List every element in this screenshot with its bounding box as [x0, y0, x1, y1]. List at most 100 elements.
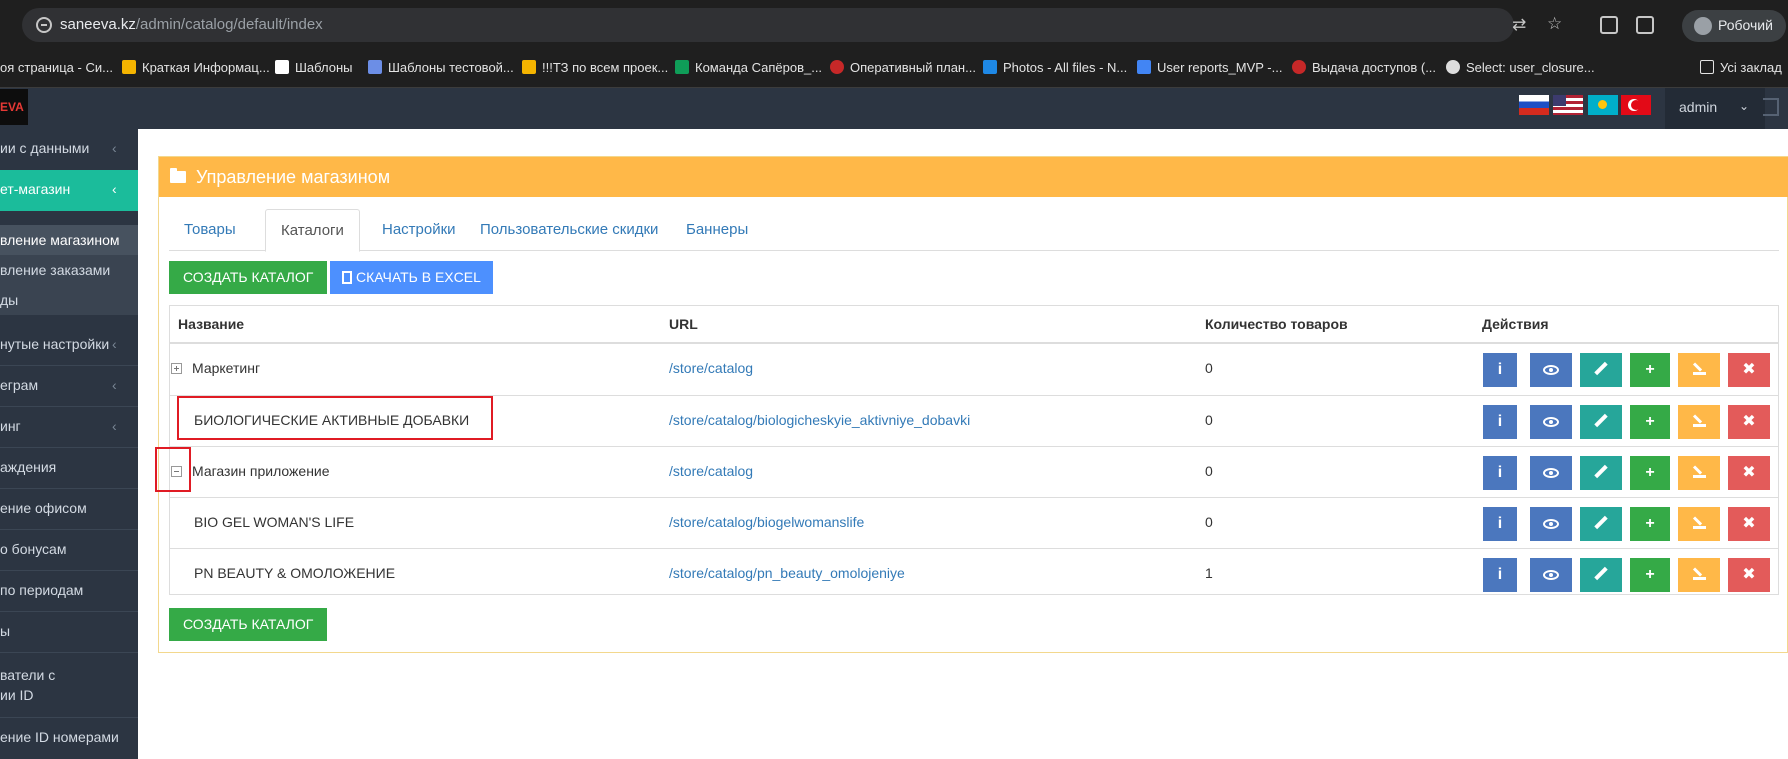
- sidebar-subitem-shop-management[interactable]: вление магазином: [0, 225, 138, 255]
- edit-button[interactable]: [1580, 507, 1622, 541]
- bookmark-item[interactable]: Select: user_closure...: [1446, 60, 1595, 75]
- edit-button[interactable]: [1580, 353, 1622, 387]
- sidebar-item-rewards[interactable]: аждения: [0, 448, 138, 489]
- download-icon: [1692, 567, 1706, 580]
- catalog-name: BIO GEL WOMAN'S LIFE: [194, 514, 355, 530]
- info-button[interactable]: i: [1483, 456, 1517, 490]
- catalog-url-link[interactable]: /store/catalog: [669, 360, 753, 376]
- translate-icon[interactable]: ⇄: [1512, 15, 1526, 35]
- column-header-url[interactable]: URL: [669, 306, 698, 343]
- tab-products[interactable]: Товары: [169, 209, 251, 251]
- sidebar-item-shop[interactable]: ет-магазин ‹: [0, 170, 138, 211]
- tab-settings[interactable]: Настройки: [367, 209, 471, 251]
- view-button[interactable]: [1530, 353, 1572, 387]
- tab-user-discounts[interactable]: Пользовательские скидки: [465, 209, 673, 251]
- url-text[interactable]: saneeva.kz/admin/catalog/default/index: [60, 16, 323, 33]
- sidebar-item-users-id[interactable]: ватели с ии ID: [0, 653, 138, 717]
- bookmark-item[interactable]: оя страница - Си...: [0, 60, 113, 75]
- sidebar-subitem-codes[interactable]: ды: [0, 285, 138, 315]
- bookmark-item[interactable]: User reports_MVP -...: [1137, 60, 1282, 75]
- profile-button[interactable]: Робочий: [1682, 10, 1786, 42]
- table-row: Маркетинг /store/catalog 0 i + ✖: [170, 344, 1778, 395]
- sidebar-item-misc[interactable]: ы: [0, 612, 138, 653]
- export-button[interactable]: [1678, 507, 1720, 541]
- edit-button[interactable]: [1580, 405, 1622, 439]
- create-catalog-button[interactable]: Создать каталог: [169, 261, 328, 294]
- expand-icon[interactable]: [171, 363, 182, 374]
- add-button[interactable]: +: [1630, 456, 1670, 490]
- sidebar-item-id-numbers[interactable]: ение ID номерами: [0, 718, 138, 759]
- highlight-box: [155, 447, 191, 492]
- add-button[interactable]: +: [1630, 507, 1670, 541]
- delete-button[interactable]: ✖: [1728, 405, 1770, 439]
- column-header-actions: Действия: [1482, 316, 1549, 332]
- flag-tr-icon[interactable]: [1621, 95, 1651, 115]
- puzzle-icon[interactable]: [1636, 16, 1654, 34]
- info-button[interactable]: i: [1483, 558, 1517, 592]
- notion-icon: [275, 60, 289, 74]
- info-button[interactable]: i: [1483, 353, 1517, 387]
- bookmark-item[interactable]: Шаблоны: [275, 60, 353, 75]
- tab-catalogs[interactable]: Каталоги: [265, 209, 360, 252]
- catalog-url-link[interactable]: /store/catalog/biogelwomanslife: [669, 514, 864, 530]
- flag-us-icon[interactable]: [1553, 95, 1583, 115]
- star-icon[interactable]: ☆: [1547, 14, 1562, 34]
- admin-header: EVA admin ⌄: [0, 88, 1788, 129]
- catalog-url-link[interactable]: /store/catalog/pn_beauty_omolojeniye: [669, 565, 905, 581]
- flag-kz-icon[interactable]: [1588, 95, 1618, 115]
- view-button[interactable]: [1530, 456, 1572, 490]
- bookmark-item[interactable]: Выдача доступов (...: [1292, 60, 1436, 75]
- delete-button[interactable]: ✖: [1728, 507, 1770, 541]
- sidebar-item-periods[interactable]: по периодам: [0, 571, 138, 612]
- create-catalog-bottom-button[interactable]: Создать каталог: [169, 608, 328, 641]
- bookmark-item[interactable]: Краткая Информац...: [122, 60, 270, 75]
- bookmark-item[interactable]: Оперативный план...: [830, 60, 976, 75]
- sidebar-subitem-orders[interactable]: вление заказами: [0, 255, 138, 285]
- delete-button[interactable]: ✖: [1728, 353, 1770, 387]
- download-excel-button[interactable]: Скачать в Excel: [330, 261, 493, 294]
- view-button[interactable]: [1530, 507, 1572, 541]
- delete-button[interactable]: ✖: [1728, 558, 1770, 592]
- add-button[interactable]: +: [1630, 405, 1670, 439]
- column-header-count[interactable]: Количество товаров: [1205, 306, 1348, 343]
- bookmark-folder[interactable]: Усі заклад: [1700, 60, 1782, 75]
- sidebar-item-marketing[interactable]: инг ‹: [0, 407, 138, 448]
- site-info-icon[interactable]: [36, 17, 52, 33]
- user-menu[interactable]: admin ⌄: [1665, 88, 1765, 129]
- sidebar-item-bonuses[interactable]: о бонусам: [0, 530, 138, 571]
- delete-button[interactable]: ✖: [1728, 456, 1770, 490]
- export-button[interactable]: [1678, 353, 1720, 387]
- catalog-url-link[interactable]: /store/catalog: [669, 463, 753, 479]
- eye-icon: [1543, 365, 1559, 375]
- export-button[interactable]: [1678, 558, 1720, 592]
- access-icon: [1292, 60, 1306, 74]
- bookmark-item[interactable]: Photos - All files - N...: [983, 60, 1127, 75]
- browser-toolbar: saneeva.kz/admin/catalog/default/index ⇄…: [0, 0, 1788, 50]
- add-button[interactable]: +: [1630, 558, 1670, 592]
- sidebar-item-data[interactable]: ии с данными ‹: [0, 129, 138, 170]
- address-bar[interactable]: saneeva.kz/admin/catalog/default/index ⇄: [22, 8, 1526, 42]
- tab-banners[interactable]: Баннеры: [671, 209, 763, 251]
- logout-icon[interactable]: [1763, 98, 1779, 116]
- export-button[interactable]: [1678, 405, 1720, 439]
- logo[interactable]: EVA: [0, 89, 28, 125]
- info-button[interactable]: i: [1483, 507, 1517, 541]
- info-button[interactable]: i: [1483, 405, 1517, 439]
- bookmark-item[interactable]: !!!ТЗ по всем проек...: [522, 60, 668, 75]
- bookmark-item[interactable]: Команда Сапёров_...: [675, 60, 822, 75]
- column-header-name[interactable]: Название: [178, 306, 244, 343]
- flag-ru-icon[interactable]: [1519, 95, 1549, 115]
- export-button[interactable]: [1678, 456, 1720, 490]
- sidebar-item-telegram[interactable]: еграм ‹: [0, 366, 138, 407]
- edit-button[interactable]: [1580, 456, 1622, 490]
- view-button[interactable]: [1530, 405, 1572, 439]
- sidebar-item-advanced-settings[interactable]: нутые настройки ‹: [0, 325, 138, 366]
- edit-button[interactable]: [1580, 558, 1622, 592]
- extension-icon[interactable]: [1600, 16, 1618, 34]
- catalog-url-link[interactable]: /store/catalog/biologicheskyie_aktivniye…: [669, 412, 970, 428]
- bookmark-item[interactable]: Шаблоны тестовой...: [368, 60, 514, 75]
- tabs: Товары Каталоги Настройки Пользовательск…: [169, 209, 1779, 252]
- sidebar-item-office[interactable]: ение офисом: [0, 489, 138, 530]
- add-button[interactable]: +: [1630, 353, 1670, 387]
- view-button[interactable]: [1530, 558, 1572, 592]
